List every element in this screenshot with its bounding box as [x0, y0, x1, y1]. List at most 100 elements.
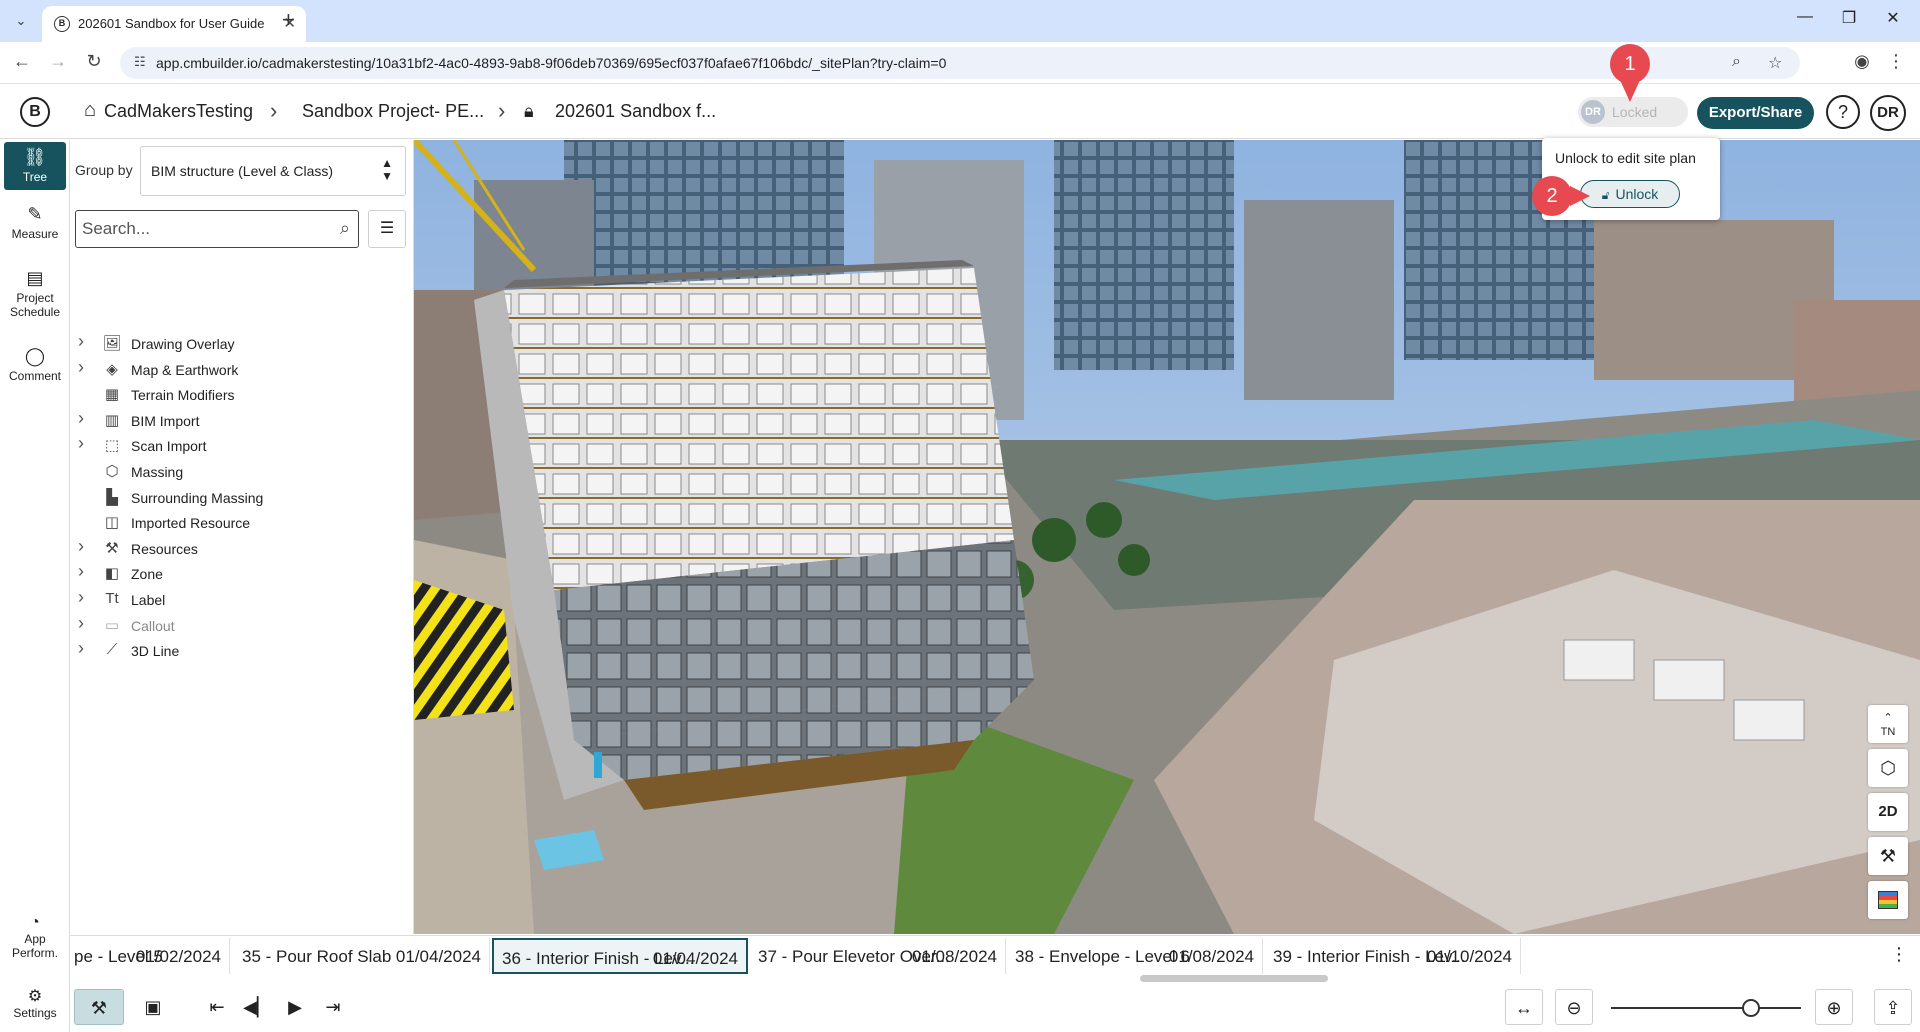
box-icon: ◫: [104, 514, 120, 532]
comment-icon: ◯: [24, 346, 46, 366]
step-marker-1-pointer: [1620, 80, 1640, 102]
group-by-select[interactable]: BIM structure (Level & Class) ▲ ▼: [140, 146, 406, 196]
tree-item-label: Massing: [131, 464, 184, 480]
profile-icon[interactable]: ◉: [1850, 51, 1874, 72]
timeline-item-date: 01/02/2024: [135, 947, 221, 966]
expand-chevron-icon[interactable]: ›: [78, 408, 84, 429]
site-3d-viewport[interactable]: ⌃ TN ⬡ 2D ⚒: [414, 140, 1920, 934]
expand-chevron-icon[interactable]: ›: [78, 331, 84, 352]
breadcrumb-project[interactable]: Sandbox Project- PE...: [302, 101, 484, 122]
timeline-item-date: 01/04/2024: [652, 949, 738, 968]
skip-start-button[interactable]: ⇤: [198, 989, 236, 1025]
schedule-timeline: pe - Level 5 01/02/2024 35 - Pour Roof Sla…: [70, 935, 1920, 977]
browser-tabstrip: ⌄ B 202601 Sandbox for User Guide ✕ + — …: [0, 0, 1920, 42]
zoom-slider-thumb[interactable]: [1742, 999, 1760, 1017]
browser-tab[interactable]: B 202601 Sandbox for User Guide ✕: [42, 6, 306, 42]
play-button[interactable]: ▶: [276, 989, 314, 1025]
timeline-export-button[interactable]: ⇪: [1874, 989, 1912, 1025]
rail-measure-button[interactable]: ✎ Measure: [4, 204, 66, 241]
timeline-item[interactable]: 39 - Interior Finish - Lev... 01/10/2024: [1265, 938, 1521, 974]
back-icon[interactable]: ←: [10, 51, 34, 72]
forward-icon[interactable]: →: [46, 51, 70, 72]
tree-search-box: ⌕: [75, 210, 359, 248]
toggle-2d-button[interactable]: 2D: [1868, 793, 1908, 831]
rail-performance-button[interactable]: ◔ App Perform.: [4, 914, 66, 960]
minimize-icon[interactable]: —: [1790, 8, 1820, 26]
screen-icon: ▣: [144, 997, 162, 1017]
timeline-item[interactable]: 35 - Pour Roof Slab 01/04/2024: [234, 938, 490, 974]
timeline-item-date: 01/04/2024: [395, 947, 481, 966]
cube-icon: ⬡: [105, 463, 119, 480]
timeline-item[interactable]: 36 - Interior Finish - Lev... 01/04/2024: [492, 938, 748, 974]
timeline-scrollbar[interactable]: [1140, 975, 1328, 982]
tab-search-icon[interactable]: ⌄: [8, 8, 34, 34]
select-arrows-icon: ▲ ▼: [381, 156, 393, 183]
step-marker-2-pointer: [1570, 186, 1590, 206]
tab-title: 202601 Sandbox for User Guide: [78, 16, 265, 31]
rail-comment-button[interactable]: ◯ Comment: [4, 346, 66, 383]
unlock-prompt-text: Unlock to edit site plan: [1555, 150, 1696, 166]
cube-rotate-icon: ⬡: [1880, 758, 1896, 778]
step-back-button[interactable]: ◀▏: [238, 989, 276, 1025]
tree-search-input[interactable]: [82, 215, 322, 243]
timeline-more-icon[interactable]: ⋮: [1890, 944, 1908, 965]
zoom-in-button[interactable]: ⊕: [1815, 989, 1853, 1025]
site-scene-image: [414, 140, 1920, 934]
expand-chevron-icon[interactable]: ›: [78, 433, 84, 454]
expand-chevron-icon[interactable]: ›: [78, 613, 84, 634]
new-tab-icon[interactable]: +: [282, 8, 295, 32]
tree-item-label: Terrain Modifiers: [131, 387, 235, 404]
unlock-button[interactable]: 🔓︎ Unlock: [1580, 180, 1680, 208]
expand-chevron-icon[interactable]: ›: [78, 536, 84, 557]
bookmark-star-icon[interactable]: ☆: [1768, 53, 1782, 73]
crane-tool-button[interactable]: ⚒: [1868, 837, 1908, 875]
breadcrumb-siteplan[interactable]: 202601 Sandbox f...: [555, 101, 716, 122]
zoom-slider-track[interactable]: [1611, 1007, 1801, 1009]
help-button[interactable]: ?: [1826, 95, 1860, 129]
zone-icon: ◧: [104, 565, 120, 583]
zoom-out-button[interactable]: ⊖: [1555, 989, 1593, 1025]
zoom-lens-icon[interactable]: ⌕: [1732, 53, 1741, 71]
rail-schedule-button[interactable]: ▤ Project Schedule: [4, 268, 66, 319]
user-avatar-button[interactable]: DR: [1870, 95, 1906, 131]
tree-item[interactable]: › ⟋ 3D Line: [70, 636, 410, 666]
true-north-label: TN: [1880, 726, 1896, 738]
app-logo[interactable]: B: [20, 97, 50, 127]
tree-item-label: BIM Import: [131, 412, 200, 429]
tree-item-label: Scan Import: [131, 438, 207, 455]
color-legend-button[interactable]: [1868, 881, 1908, 919]
site-info-icon[interactable]: ☷: [134, 54, 146, 70]
omnibox[interactable]: ☷ app.cmbuilder.io/cadmakerstesting/10a3…: [120, 47, 1800, 79]
skip-end-icon: ⇥: [325, 997, 341, 1017]
expand-chevron-icon[interactable]: ›: [78, 587, 84, 608]
tree-filter-button[interactable]: ☰: [368, 210, 406, 248]
buildings-icon: ▙: [106, 488, 118, 506]
gauge-icon: ◔: [30, 914, 40, 931]
expand-chevron-icon[interactable]: ›: [78, 561, 84, 582]
reload-icon[interactable]: ↻: [82, 51, 106, 72]
expand-chevron-icon[interactable]: ›: [78, 638, 84, 659]
line-icon: ⟋: [106, 641, 118, 659]
presentation-toggle[interactable]: ▣: [128, 989, 178, 1025]
rail-settings-label: Settings: [13, 1006, 57, 1020]
timeline-item[interactable]: 38 - Envelope - Level 6 01/08/2024: [1007, 938, 1263, 974]
rail-settings-button[interactable]: ⚙ Settings: [4, 986, 66, 1020]
site-view-toggle[interactable]: ⚒: [74, 989, 124, 1025]
timeline-item[interactable]: 37 - Pour Elevetor Over... 01/08/2024: [750, 938, 1006, 974]
expand-chevron-icon[interactable]: ›: [78, 357, 84, 378]
rail-tree-button[interactable]: ⛓︎ Tree: [4, 142, 66, 190]
restore-icon[interactable]: ❐: [1834, 8, 1864, 28]
tree-icon: ⛓︎: [23, 147, 47, 167]
window-close-icon[interactable]: ✕: [1878, 8, 1908, 28]
view-cube-button[interactable]: ⬡: [1868, 749, 1908, 787]
timeline-item[interactable]: pe - Level 5 01/02/2024: [66, 938, 230, 974]
skip-end-button[interactable]: ⇥: [314, 989, 352, 1025]
browser-menu-icon[interactable]: ⋮: [1884, 51, 1908, 72]
export-share-button[interactable]: Export/Share: [1697, 97, 1814, 129]
true-north-button[interactable]: ⌃ TN: [1868, 705, 1908, 743]
fit-width-button[interactable]: ↔: [1505, 989, 1543, 1025]
search-icon[interactable]: ⌕: [340, 218, 350, 239]
breadcrumb-org[interactable]: CadMakersTesting: [104, 101, 253, 122]
tree-item-label: Map & Earthwork: [131, 361, 239, 378]
home-icon[interactable]: ⌂: [84, 99, 96, 122]
